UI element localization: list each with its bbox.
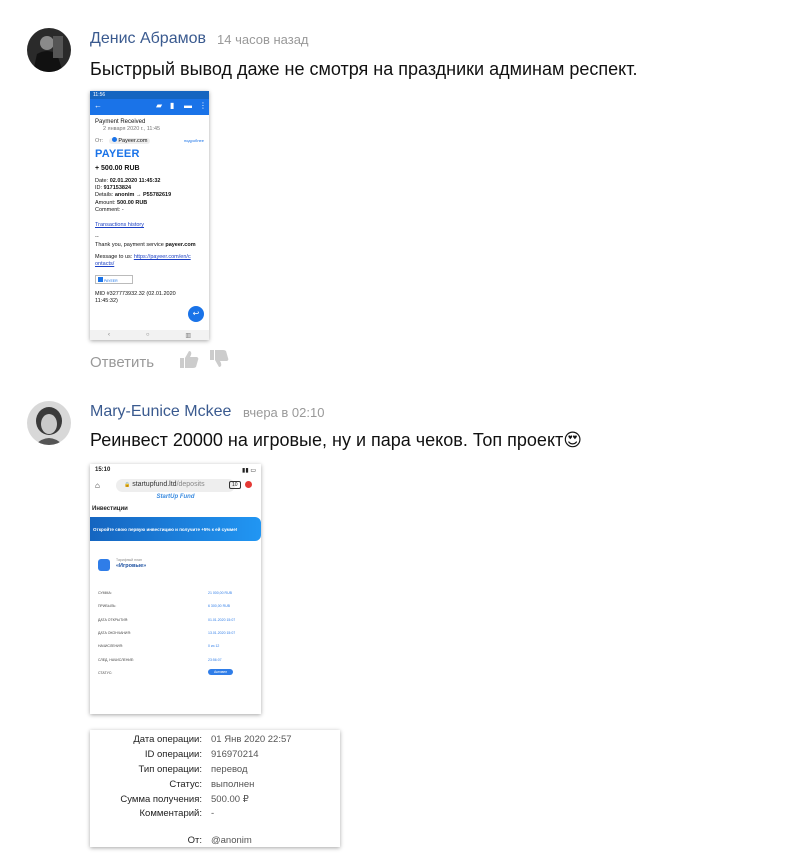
sender-badge[interactable]: Payeer.com bbox=[108, 136, 151, 144]
comment: Mary-Eunice Mckee вчера в 02:10 Реинвест… bbox=[0, 380, 800, 856]
android-nav-bar: ‹ ○ ▥ bbox=[90, 330, 209, 340]
operation-details-screenshot[interactable]: Дата операции: 01 Янв 2020 22:57 ID опера… bbox=[90, 730, 340, 847]
comment: Денис Абрамов 14 часов назад Быстррый вы… bbox=[0, 0, 800, 380]
deposit-card: Тарифный план «Игровые» СУММА: 21 000,00 … bbox=[90, 545, 261, 695]
mail-toolbar: ← ▰ ▮ ▬ ⋮ bbox=[90, 99, 209, 115]
nav-home-icon[interactable]: ○ bbox=[146, 332, 150, 338]
deposit-row: НАЧИСЛЕНИЯ: 0 из 12 bbox=[98, 644, 220, 648]
gamepad-icon bbox=[98, 559, 110, 571]
browser-url-bar[interactable]: 🔒 startupfund.ltd/deposits bbox=[116, 479, 235, 492]
nav-recents-icon[interactable]: ▥ bbox=[185, 332, 191, 339]
thumbs-up-icon[interactable] bbox=[179, 350, 199, 368]
battery-icon: ▮▮ ▭ bbox=[242, 468, 256, 474]
deposit-row: ПРИБЫЛЬ: 6 300,00 RUB bbox=[98, 604, 230, 608]
mail-date: 2 января 2020 г., 11:45 bbox=[103, 126, 161, 133]
reply-button[interactable]: Ответить bbox=[90, 354, 154, 371]
author-name[interactable]: Денис Абрамов bbox=[90, 30, 206, 48]
deposit-row: СУММА: 21 000,00 RUB bbox=[98, 591, 232, 595]
avatar[interactable] bbox=[27, 28, 71, 72]
deposit-row: СЛЕД. НАЧИСЛЕНИЕ: 23:56:07 bbox=[98, 658, 222, 662]
mail-body: Payment Received 2 января 2020 г., 11:45… bbox=[90, 115, 209, 309]
deposit-row: СТАТУС: Активен bbox=[98, 669, 248, 675]
message-text: Message to us: https://payeer.com/en/con… bbox=[95, 253, 191, 268]
amount: + 500.00 RUB bbox=[95, 165, 140, 173]
from-label: От: bbox=[95, 137, 104, 144]
comment-text: Быстррый вывод даже не смотря на праздни… bbox=[90, 59, 638, 79]
nav-back-icon[interactable]: ‹ bbox=[108, 332, 110, 338]
browser-menu-icon[interactable] bbox=[245, 481, 252, 488]
comment-time: вчера в 02:10 bbox=[243, 405, 325, 420]
heart-eyes-emoji-icon: 😍 bbox=[563, 430, 583, 450]
reply-fab-icon[interactable]: ↩ bbox=[188, 306, 204, 322]
attachment-screenshot[interactable]: 11:56 ← ▰ ▮ ▬ ⋮ Payment Received 2 январ… bbox=[90, 91, 209, 340]
deposit-row: ДАТА ОКОНЧАНИЯ: 13.01.2020 15:07 bbox=[98, 631, 236, 635]
author-name[interactable]: Mary-Eunice Mckee bbox=[90, 403, 231, 421]
report-icon: ▮ bbox=[170, 101, 175, 110]
more-icon: ⋮ bbox=[199, 101, 207, 110]
comment-time: 14 часов назад bbox=[217, 32, 309, 47]
payeer-badge: PAYEER bbox=[95, 274, 133, 284]
lock-icon: 🔒 bbox=[124, 482, 131, 488]
status-bar: 11:56 bbox=[90, 91, 209, 99]
status-badge: Активен bbox=[208, 669, 234, 675]
avatar[interactable] bbox=[27, 401, 71, 445]
payeer-logo-icon bbox=[111, 136, 117, 142]
status-bar: 15:10 ▮▮ ▭ bbox=[95, 467, 256, 474]
trash-icon: ▬ bbox=[184, 101, 192, 110]
details-link[interactable]: подробнее bbox=[184, 138, 204, 143]
section-title: Инвестиции bbox=[92, 506, 128, 512]
home-icon[interactable]: ⌂ bbox=[95, 481, 100, 490]
tabs-count[interactable]: 10 bbox=[229, 481, 241, 489]
deposit-row: ДАТА ОТКРЫТИЯ: 01.01.2020 15:07 bbox=[98, 618, 236, 622]
payment-details: Date: 02.01.2020 11:45:32 ID: 917153824 … bbox=[95, 177, 172, 214]
mid-text: MID #327773932.32 (02.01.2020 11:45:32) bbox=[95, 290, 176, 305]
comment-text: Реинвест 20000 на игровые, ну и пара чек… bbox=[90, 430, 583, 450]
promo-banner[interactable]: Откройте свою первую инвестицию и получи… bbox=[90, 517, 261, 541]
plan-name: «Игровые» bbox=[116, 563, 147, 569]
thumbs-down-icon[interactable] bbox=[209, 350, 229, 368]
thanks-text: Thank you, payment service payeer.com bbox=[95, 241, 196, 248]
payeer-badge-icon bbox=[98, 276, 103, 282]
attachment-screenshot[interactable]: 15:10 ▮▮ ▭ ⌂ 🔒 startupfund.ltd/deposits … bbox=[90, 464, 261, 714]
subject: Payment Received bbox=[95, 119, 146, 125]
back-arrow-icon: ← bbox=[94, 101, 102, 110]
separator: -- bbox=[95, 234, 99, 241]
payeer-logo: PAYEER bbox=[95, 148, 140, 161]
archive-icon: ▰ bbox=[156, 101, 163, 110]
plan-caption: Тарифный план bbox=[116, 558, 142, 562]
transactions-history-link[interactable]: Transactions history bbox=[95, 222, 204, 229]
